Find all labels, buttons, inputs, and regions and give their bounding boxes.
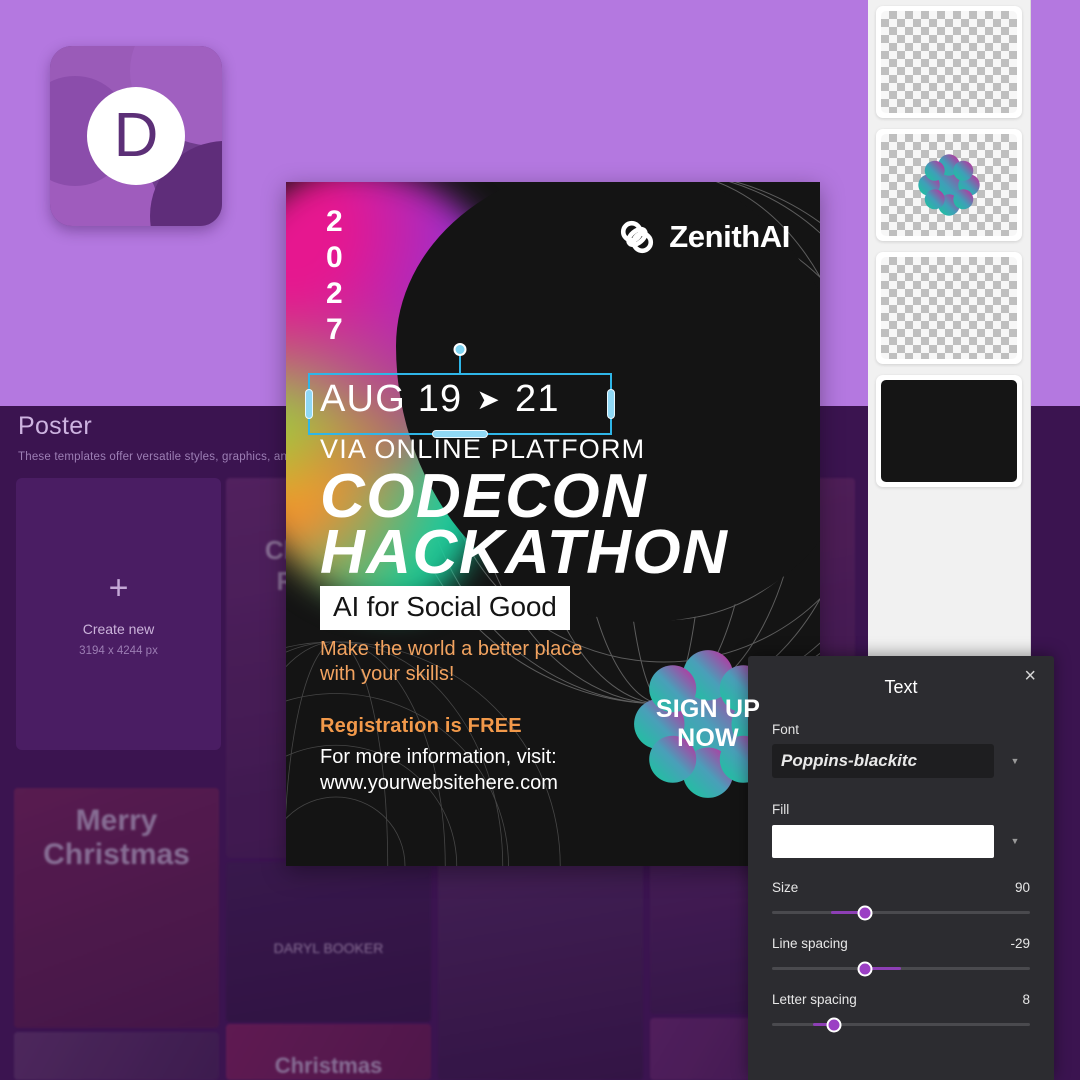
chevron-down-icon[interactable]: ▼ bbox=[1000, 824, 1030, 858]
line-spacing-value: -29 bbox=[1010, 936, 1030, 951]
size-label: Size bbox=[772, 880, 799, 895]
plus-icon: + bbox=[108, 569, 129, 607]
panel-title: Text bbox=[884, 677, 918, 697]
size-slider-track[interactable] bbox=[772, 905, 1030, 920]
signup-line-1: SIGN UP bbox=[655, 695, 761, 723]
letter-spacing-value: 8 bbox=[1022, 992, 1030, 1007]
letter-spacing-label: Letter spacing bbox=[772, 992, 857, 1007]
create-new-card[interactable]: + Create new 3194 x 4244 px bbox=[16, 478, 221, 750]
zenith-logo-icon bbox=[621, 220, 654, 254]
poster-orange-message: Make the world a better place with your … bbox=[320, 637, 582, 687]
layer-thumbnail-black[interactable] bbox=[876, 375, 1022, 487]
size-slider-row: Size 90 bbox=[772, 880, 1030, 920]
poster-year: 2 0 2 7 bbox=[326, 204, 344, 348]
letter-spacing-slider-track[interactable] bbox=[772, 1017, 1030, 1032]
chevron-down-icon[interactable]: ▼ bbox=[1000, 744, 1030, 778]
designer-app-icon[interactable]: D bbox=[50, 46, 222, 226]
line-spacing-slider-knob[interactable] bbox=[857, 961, 873, 976]
year-digit: 7 bbox=[326, 313, 344, 346]
info-line-1: For more information, visit: bbox=[320, 746, 557, 768]
app-icon-letter: D bbox=[87, 87, 185, 185]
info-line-2: www.yourwebsitehere.com bbox=[320, 772, 558, 794]
create-new-dimensions: 3194 x 4244 px bbox=[79, 645, 158, 657]
year-digit: 0 bbox=[326, 241, 344, 274]
signup-label: SIGN UP NOW bbox=[656, 695, 760, 753]
poster-info-block: For more information, visit: www.yourweb… bbox=[320, 744, 558, 796]
date-prefix: AUG 19 bbox=[320, 378, 463, 420]
poster-registration-text: Registration is FREE bbox=[320, 715, 522, 737]
layer-thumbnail-flower[interactable] bbox=[876, 129, 1022, 241]
poster-tagline: AI for Social Good bbox=[320, 586, 570, 630]
brand-name: ZenithAI bbox=[669, 219, 790, 254]
transparent-checker bbox=[881, 134, 1017, 236]
layer-thumbnail-transparent-2[interactable] bbox=[876, 252, 1022, 364]
poster-platform-text: VIA ONLINE PLATFORM bbox=[320, 434, 646, 464]
poster-canvas[interactable]: 2 0 2 7 ZenithAI AUG 19 ➤ 21 VIA ONLINE … bbox=[286, 182, 820, 866]
flower-icon bbox=[918, 154, 980, 216]
black-fill bbox=[881, 380, 1017, 482]
font-input[interactable]: Poppins-blackitc bbox=[772, 744, 994, 778]
list-item[interactable]: Christmas bbox=[226, 1024, 431, 1080]
list-item[interactable] bbox=[438, 862, 643, 1080]
list-item[interactable] bbox=[14, 1032, 219, 1080]
transparent-checker bbox=[881, 257, 1017, 359]
fill-field-row: ▼ bbox=[772, 824, 1030, 858]
size-value: 90 bbox=[1014, 880, 1030, 895]
fill-label: Fill bbox=[772, 802, 790, 817]
letter-spacing-slider-knob[interactable] bbox=[826, 1017, 842, 1032]
layer-thumbnail-transparent-1[interactable] bbox=[876, 6, 1022, 118]
orange-line-1: Make the world a better place bbox=[320, 638, 583, 660]
create-new-label: Create new bbox=[82, 621, 155, 637]
line-spacing-label: Line spacing bbox=[772, 936, 848, 951]
line-spacing-slider-track[interactable] bbox=[772, 961, 1030, 976]
arrow-icon: ➤ bbox=[476, 384, 502, 415]
year-digit: 2 bbox=[326, 277, 344, 310]
fill-color-swatch[interactable] bbox=[772, 824, 994, 858]
size-slider-knob[interactable] bbox=[857, 905, 873, 920]
letter-spacing-slider-row: Letter spacing 8 bbox=[772, 992, 1030, 1032]
poster-title-line2: HACKATHON bbox=[320, 518, 729, 587]
font-label: Font bbox=[772, 722, 800, 737]
text-properties-panel: × Text Font Poppins-blackitc ▼ Fill ▼ Si… bbox=[748, 656, 1054, 1080]
transparent-checker bbox=[881, 11, 1017, 113]
layers-panel bbox=[868, 0, 1031, 660]
orange-line-2: with your skills! bbox=[320, 663, 455, 685]
signup-line-2: NOW bbox=[677, 724, 739, 752]
list-item[interactable]: DARYL BOOKER bbox=[226, 862, 431, 1022]
year-digit: 2 bbox=[326, 205, 344, 238]
date-suffix: 21 bbox=[515, 378, 560, 420]
close-icon[interactable]: × bbox=[1024, 666, 1036, 686]
brand-lockup: ZenithAI bbox=[616, 216, 790, 258]
font-field-row: Poppins-blackitc ▼ bbox=[772, 744, 1030, 778]
list-item[interactable]: Merry Christmas bbox=[14, 788, 219, 1028]
line-spacing-slider-row: Line spacing -29 bbox=[772, 936, 1030, 976]
poster-date-text[interactable]: AUG 19 ➤ 21 bbox=[320, 378, 560, 421]
